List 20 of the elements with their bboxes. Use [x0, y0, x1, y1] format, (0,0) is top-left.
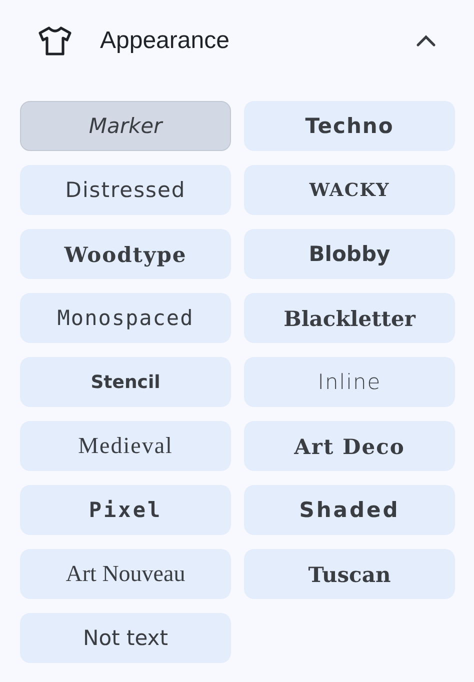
- font-option[interactable]: Techno: [244, 101, 455, 151]
- font-option[interactable]: Tuscan: [244, 549, 455, 599]
- font-option[interactable]: Monospaced: [20, 293, 231, 343]
- font-option[interactable]: Inline: [244, 357, 455, 407]
- font-option[interactable]: Medieval: [20, 421, 231, 471]
- font-option[interactable]: Not text: [20, 613, 231, 663]
- font-option[interactable]: Pixel: [20, 485, 231, 535]
- font-option[interactable]: Blobby: [244, 229, 455, 279]
- section-title: Appearance: [100, 27, 230, 55]
- font-option[interactable]: WACKY: [244, 165, 455, 215]
- chevron-up-icon[interactable]: [416, 35, 436, 47]
- font-option[interactable]: Art Deco: [244, 421, 455, 471]
- font-option[interactable]: Distressed: [20, 165, 231, 215]
- font-option[interactable]: Woodtype: [20, 229, 231, 279]
- font-option[interactable]: Blackletter: [244, 293, 455, 343]
- selected-font-option[interactable]: Marker: [20, 101, 231, 151]
- shirt-icon: [38, 26, 72, 56]
- font-option[interactable]: Art Nouveau: [20, 549, 231, 599]
- font-option[interactable]: Stencil: [20, 357, 231, 407]
- font-option[interactable]: Shaded: [244, 485, 455, 535]
